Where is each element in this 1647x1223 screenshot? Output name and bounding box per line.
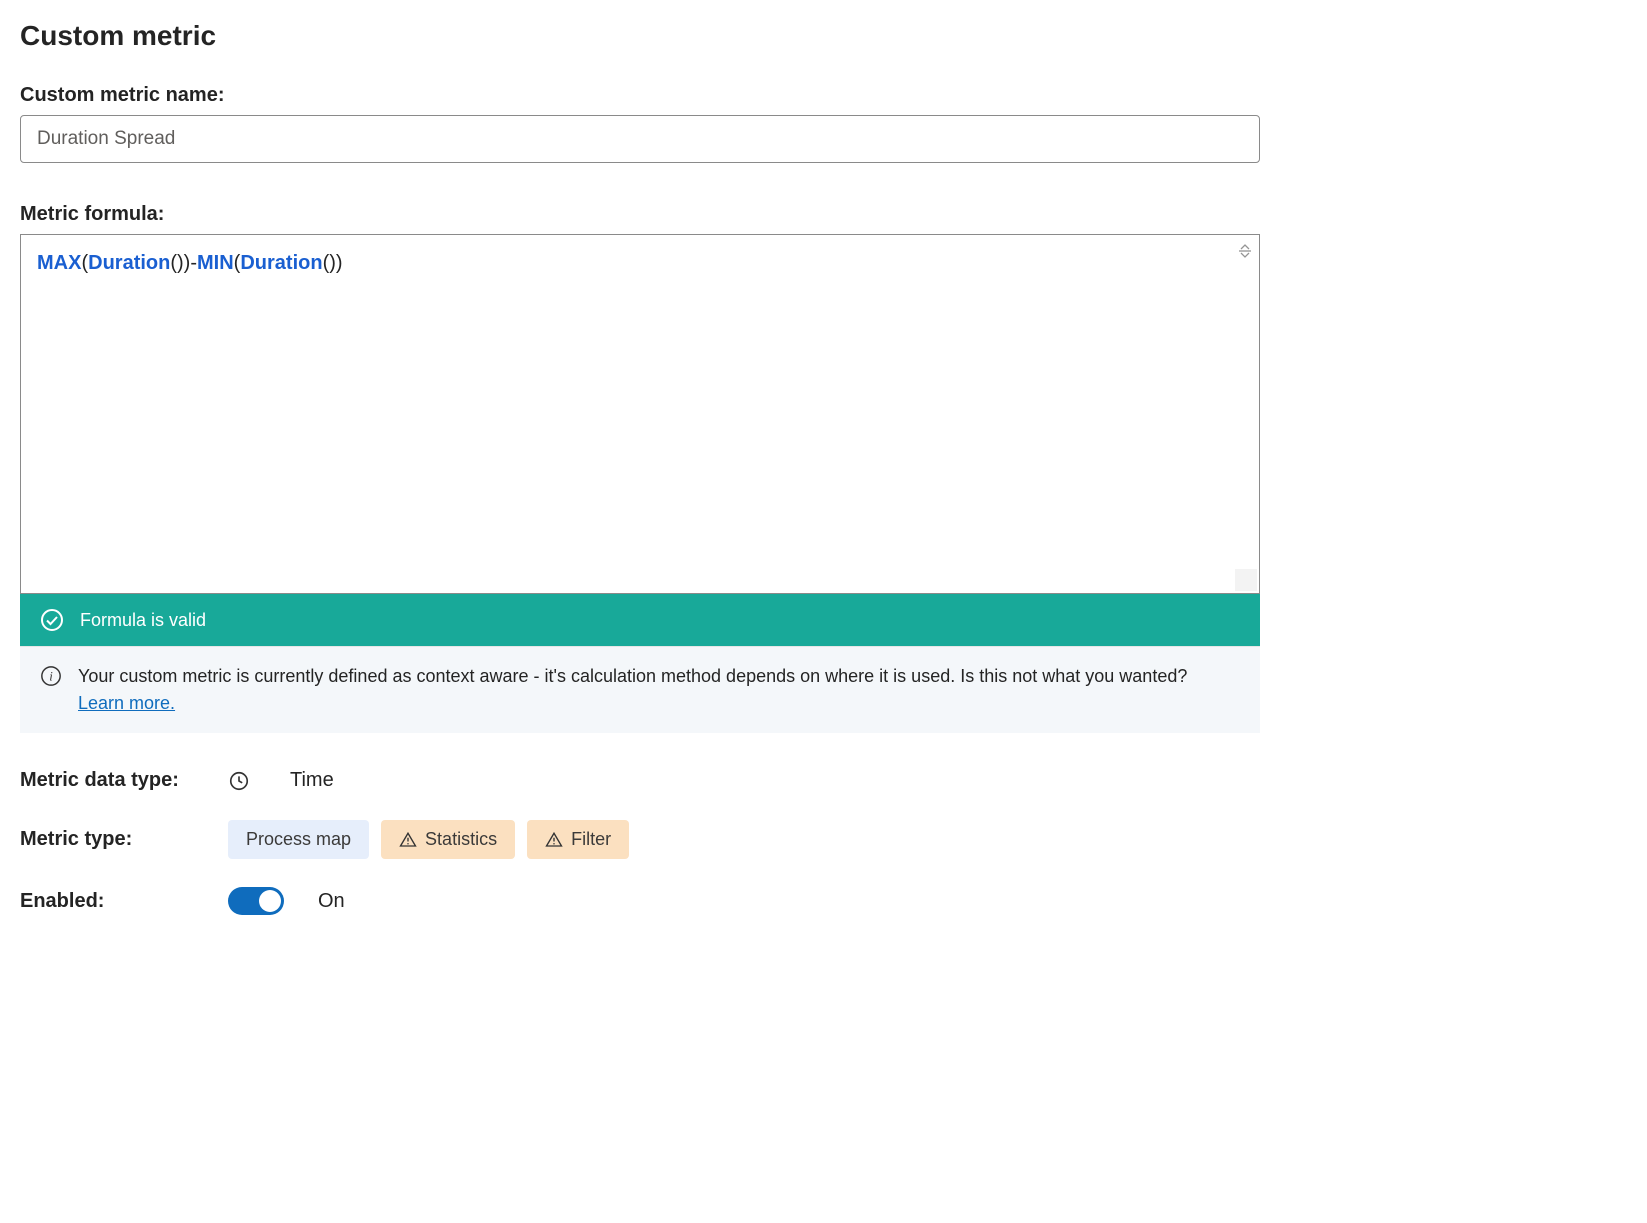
check-circle-icon xyxy=(40,608,64,632)
info-bar: i Your custom metric is currently define… xyxy=(20,646,1260,733)
formula-editor[interactable]: MAX(Duration())-MIN(Duration()) xyxy=(20,234,1260,594)
resize-handle-icon[interactable] xyxy=(1237,243,1253,259)
metric-type-chip[interactable]: Process map xyxy=(228,820,369,859)
warning-icon xyxy=(399,831,417,849)
chip-label: Process map xyxy=(246,829,351,850)
formula-token-punct: - xyxy=(190,252,197,274)
enabled-state-label: On xyxy=(318,890,345,913)
metric-name-label: Custom metric name: xyxy=(20,84,1627,107)
metric-type-chips: Process map Statistics Filter xyxy=(228,820,629,859)
formula-token-func: MIN xyxy=(197,252,234,274)
metric-type-chip[interactable]: Filter xyxy=(527,820,629,859)
chip-label: Statistics xyxy=(425,829,497,850)
formula-content[interactable]: MAX(Duration())-MIN(Duration()) xyxy=(37,249,1243,277)
validation-bar: Formula is valid xyxy=(20,594,1260,646)
formula-token-punct: ()) xyxy=(323,252,343,274)
validation-message: Formula is valid xyxy=(80,610,206,631)
warning-icon xyxy=(545,831,563,849)
formula-label: Metric formula: xyxy=(20,203,1627,226)
info-icon: i xyxy=(40,665,62,687)
scroll-corner xyxy=(1235,569,1257,591)
formula-token-func: MAX xyxy=(37,252,81,274)
enabled-toggle[interactable] xyxy=(228,887,284,915)
data-type-label: Metric data type: xyxy=(20,769,208,792)
metric-type-chip[interactable]: Statistics xyxy=(381,820,515,859)
svg-text:i: i xyxy=(49,670,53,684)
info-message: Your custom metric is currently defined … xyxy=(78,666,1187,686)
metric-name-input[interactable] xyxy=(20,115,1260,163)
learn-more-link[interactable]: Learn more. xyxy=(78,693,175,713)
formula-token-field: Duration xyxy=(88,252,170,274)
formula-token-field: Duration xyxy=(240,252,322,274)
page-title: Custom metric xyxy=(20,20,1627,52)
data-type-value: Time xyxy=(290,769,334,792)
toggle-knob xyxy=(259,890,281,912)
enabled-label: Enabled: xyxy=(20,890,208,913)
clock-icon xyxy=(228,770,250,792)
metric-type-label: Metric type: xyxy=(20,828,208,851)
chip-label: Filter xyxy=(571,829,611,850)
formula-token-punct: ()) xyxy=(170,252,190,274)
